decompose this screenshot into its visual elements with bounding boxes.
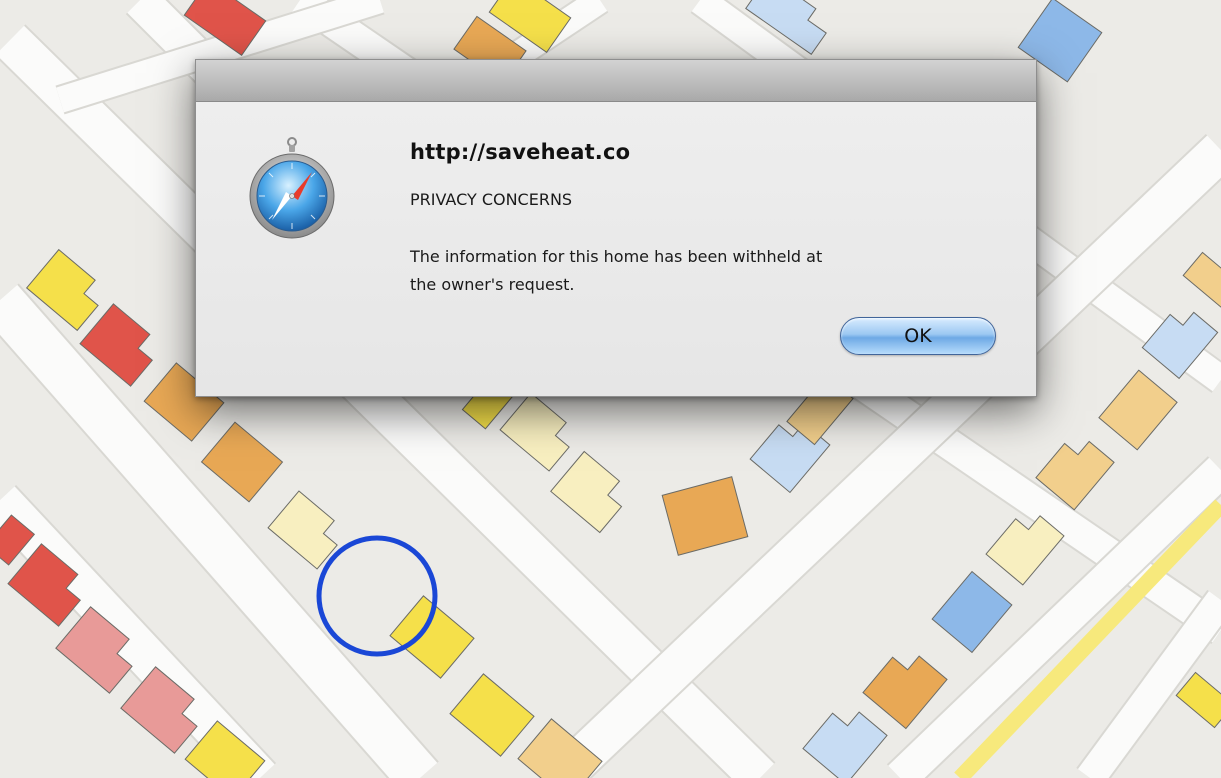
alert-dialog: http://saveheat.co PRIVACY CONCERNS The … (195, 59, 1037, 397)
house-pale-yellow (550, 450, 623, 534)
house-pale-yellow (499, 392, 570, 472)
dialog-titlebar (196, 60, 1036, 102)
house-orange (862, 655, 948, 730)
house-yellow (1175, 671, 1221, 729)
selected-home-marker[interactable] (316, 535, 438, 657)
dialog-heading: PRIVACY CONCERNS (410, 190, 573, 209)
safari-compass-icon (249, 137, 335, 239)
ok-button[interactable]: OK (840, 317, 996, 355)
house-light-orange (1182, 251, 1221, 309)
house-orange (661, 476, 749, 556)
dialog-message: The information for this home has been w… (410, 247, 823, 294)
house-light-orange (1098, 369, 1178, 451)
house-yellow (449, 673, 535, 757)
house-blue (931, 570, 1013, 654)
dialog-url: http://saveheat.co (410, 140, 631, 164)
house-light-blue (802, 711, 888, 778)
house-orange (200, 421, 284, 503)
